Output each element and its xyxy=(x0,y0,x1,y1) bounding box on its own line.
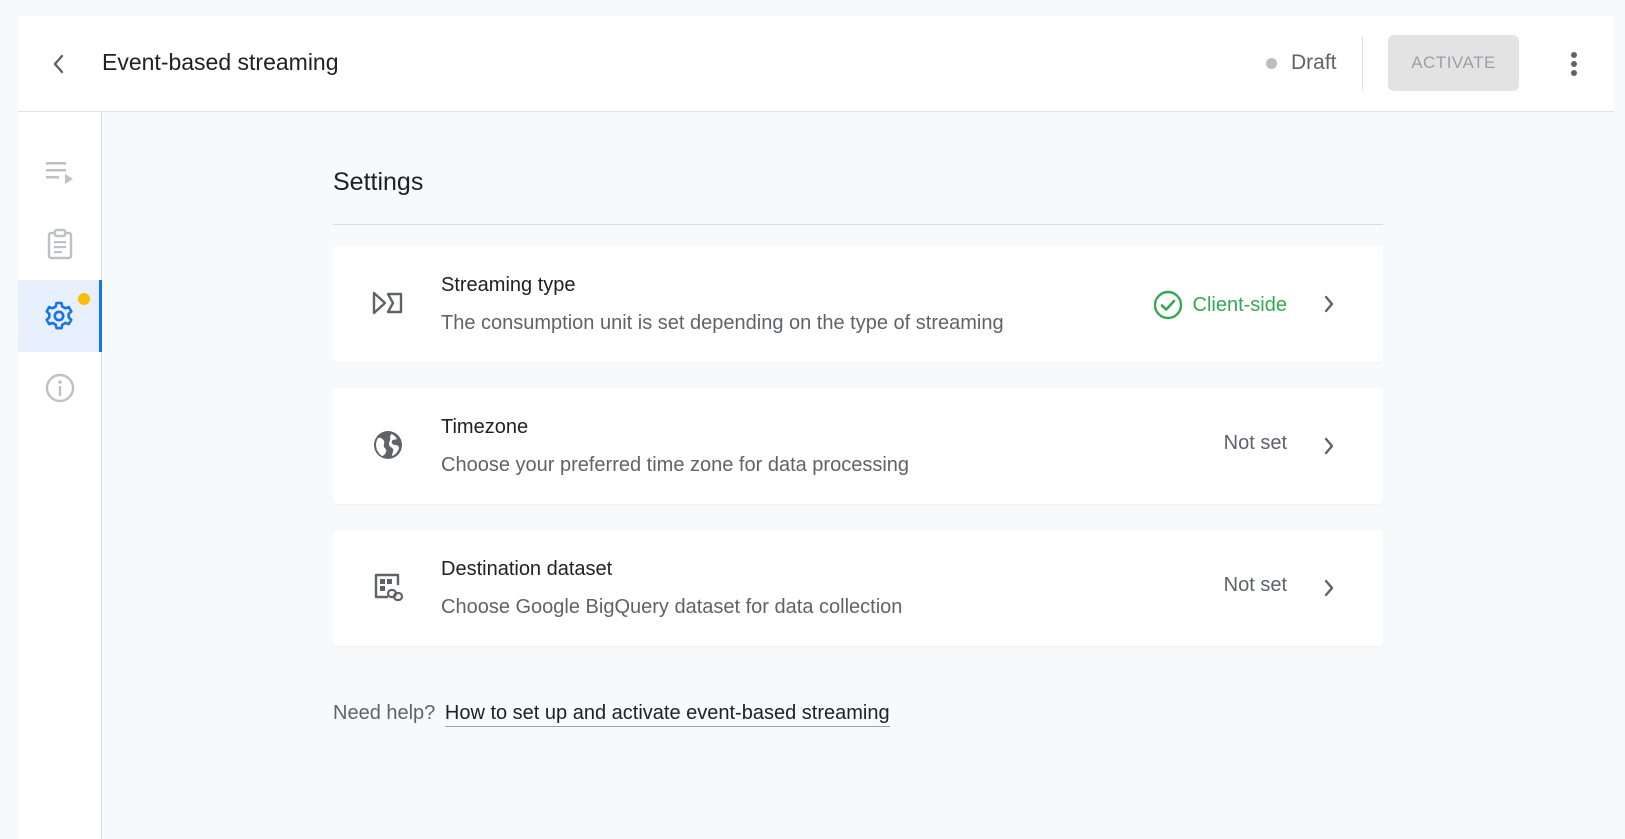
card-description: Choose Google BigQuery dataset for data … xyxy=(441,596,903,618)
dataset-link-icon xyxy=(374,573,404,602)
section-divider xyxy=(333,224,1383,225)
card-chevron xyxy=(1317,290,1341,318)
card-value: Client-side xyxy=(1153,290,1287,320)
activate-button[interactable]: ACTIVATE xyxy=(1388,35,1519,91)
globe-icon xyxy=(374,431,402,459)
card-value-text: Not set xyxy=(1223,574,1287,596)
chevron-left-icon xyxy=(53,54,64,74)
info-icon xyxy=(45,373,75,403)
card-value: Not set xyxy=(1224,432,1287,455)
card-value: Not set xyxy=(1224,574,1287,597)
playlist-icon xyxy=(46,162,73,184)
help-prefix: Need help? xyxy=(333,702,436,724)
top-bar: Event-based streaming Draft ACTIVATE xyxy=(18,16,1614,112)
card-value-text: Client-side xyxy=(1192,293,1287,316)
card-icon-wrap xyxy=(369,284,407,322)
timezone-card[interactable]: Timezone Choose your preferred time zone… xyxy=(333,388,1383,504)
card-title: Destination dataset xyxy=(441,558,613,580)
notification-dot xyxy=(78,293,90,305)
sidebar xyxy=(18,112,102,839)
status-indicator: Draft xyxy=(1266,51,1337,75)
sidebar-item-settings[interactable] xyxy=(18,280,102,352)
card-icon-wrap xyxy=(369,426,407,464)
more-options-button[interactable] xyxy=(1558,46,1590,82)
back-button[interactable] xyxy=(40,46,76,82)
card-title: Timezone xyxy=(441,416,529,438)
card-icon-wrap xyxy=(369,568,407,606)
chevron-right-icon xyxy=(1324,437,1334,455)
card-description: The consumption unit is set depending on… xyxy=(441,312,1004,334)
header-divider xyxy=(1362,36,1363,91)
app-frame: Event-based streaming Draft ACTIVATE Set… xyxy=(18,16,1614,839)
card-description: Choose your preferred time zone for data… xyxy=(441,454,910,476)
page-title: Event-based streaming xyxy=(102,49,339,75)
status-text: Draft xyxy=(1291,51,1337,74)
card-title: Streaming type xyxy=(441,274,576,296)
clipboard-icon xyxy=(47,228,73,260)
settings-panel: Settings Streaming type The consumption … xyxy=(333,166,1383,727)
streaming-type-icon xyxy=(372,291,403,315)
sidebar-item-clipboard[interactable] xyxy=(18,208,102,280)
card-value-text: Not set xyxy=(1223,432,1287,454)
section-title: Settings xyxy=(333,168,424,196)
card-chevron xyxy=(1317,574,1341,602)
chevron-right-icon xyxy=(1324,579,1334,597)
sidebar-item-playlist[interactable] xyxy=(18,136,102,208)
destination-dataset-card[interactable]: Destination dataset Choose Google BigQue… xyxy=(333,530,1383,646)
gear-icon xyxy=(44,301,73,330)
card-chevron xyxy=(1317,432,1341,460)
streaming-type-card[interactable]: Streaming type The consumption unit is s… xyxy=(333,246,1383,362)
help-line: Need help? How to set up and activate ev… xyxy=(333,702,890,727)
help-link[interactable]: How to set up and activate event-based s… xyxy=(444,702,890,727)
check-circle-icon xyxy=(1153,290,1182,320)
more-vert-icon xyxy=(1571,52,1577,76)
sidebar-item-info[interactable] xyxy=(18,352,102,424)
status-dot xyxy=(1266,57,1277,69)
chevron-right-icon xyxy=(1324,295,1334,313)
